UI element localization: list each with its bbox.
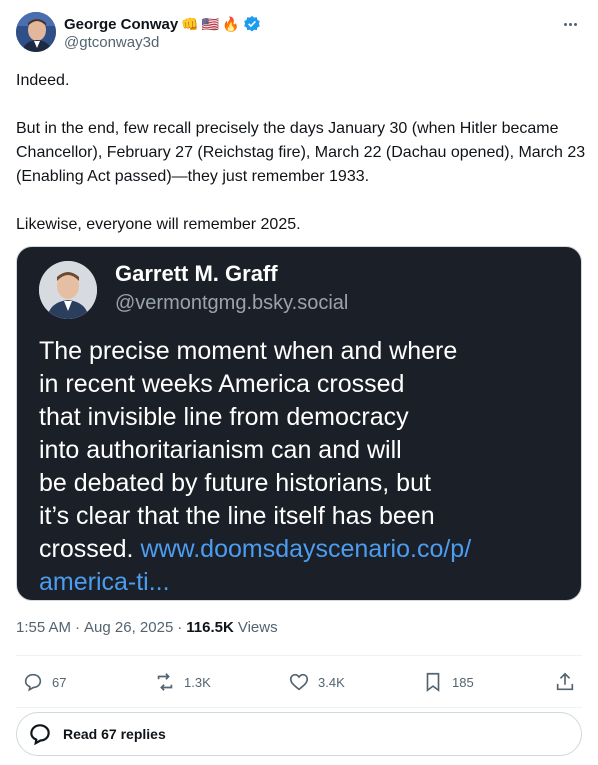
like-count: 3.4K — [318, 674, 345, 690]
quoted-author-name: Garrett M. Graff — [115, 261, 278, 286]
read-replies-button[interactable]: Read 67 replies — [16, 712, 582, 756]
fire-emoji-icon: 🔥 — [222, 16, 240, 32]
tweet-text: Indeed. But in the end, few recall preci… — [16, 69, 586, 237]
quoted-text-line: that invisible line from democracy — [39, 403, 409, 431]
quoted-author-handle: @vermontgmg.bsky.social — [115, 292, 349, 314]
quoted-author-avatar — [39, 261, 97, 319]
quoted-text-line: in recent weeks America crossed — [39, 370, 405, 398]
quoted-post-text: The precise moment when and where in rec… — [39, 335, 559, 599]
reply-button[interactable]: 67 — [22, 669, 66, 695]
more-options-icon[interactable] — [560, 16, 580, 32]
quoted-link-continued: america-ti... — [39, 568, 170, 596]
meta-separator: · — [75, 619, 81, 636]
repost-button[interactable]: 1.3K — [154, 669, 211, 695]
author-avatar[interactable] — [16, 12, 56, 52]
quoted-post-image[interactable]: Garrett M. Graff @vermontgmg.bsky.social… — [16, 246, 582, 601]
tweet-paragraph: Indeed. — [16, 72, 70, 89]
tweet-paragraph: But in the end, few recall precisely the… — [16, 120, 586, 185]
share-button[interactable] — [554, 669, 576, 695]
share-icon — [556, 672, 574, 691]
quoted-text-line: crossed. www.doomsdayscenario.co/p/ — [39, 533, 559, 566]
speech-bubble-icon — [30, 724, 50, 746]
heart-icon — [289, 673, 309, 691]
bookmark-button[interactable]: 185 — [422, 669, 474, 695]
tweet-time[interactable]: 1:55 AM — [16, 619, 71, 636]
bookmark-icon — [426, 672, 440, 692]
fist-emoji-icon: 👊 — [181, 16, 199, 32]
action-bar: 67 1.3K 3.4K 185 — [16, 655, 582, 708]
verified-badge-icon — [243, 15, 261, 33]
quoted-text-line: into authoritarianism can and will — [39, 436, 402, 464]
tweet-meta: 1:55 AM · Aug 26, 2025 · 116.5K Views — [16, 619, 278, 636]
quoted-link: www.doomsdayscenario.co/p/ — [140, 535, 472, 563]
bookmark-count: 185 — [452, 674, 474, 690]
tweet-paragraph: Likewise, everyone will remember 2025. — [16, 216, 301, 233]
views-count: 116.5K — [186, 619, 234, 636]
reply-icon — [24, 673, 42, 692]
repost-count: 1.3K — [184, 674, 211, 690]
read-replies-label: Read 67 replies — [63, 726, 166, 742]
like-button[interactable]: 3.4K — [288, 669, 345, 695]
meta-separator: · — [177, 619, 183, 636]
views-label: Views — [237, 619, 278, 636]
quoted-text-line: be debated by future historians, but — [39, 469, 431, 497]
repost-icon — [157, 673, 173, 691]
author-name-row: George Conway 👊 🇺🇸 🔥 — [64, 14, 261, 34]
quoted-text-end: crossed. — [39, 535, 134, 563]
author-handle[interactable]: @gtconway3d — [64, 34, 159, 51]
quoted-text-line: The precise moment when and where — [39, 337, 458, 365]
us-flag-emoji-icon: 🇺🇸 — [201, 16, 220, 32]
tweet-header: George Conway 👊 🇺🇸 🔥 @gtconway3d — [16, 12, 582, 56]
reply-count: 67 — [52, 674, 67, 690]
author-name[interactable]: George Conway — [64, 16, 178, 33]
tweet-date[interactable]: Aug 26, 2025 — [84, 619, 173, 636]
quoted-text-line: it’s clear that the line itself has been — [39, 502, 435, 530]
